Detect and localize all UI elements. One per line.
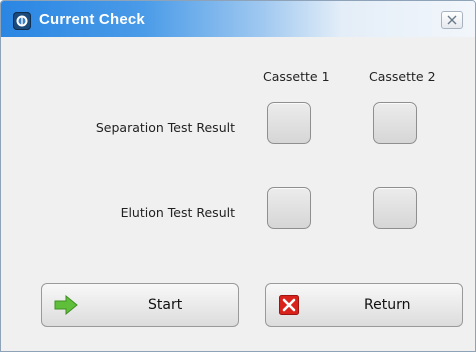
current-check-window: Current Check Cassette 1 Cassette 2 Sepa… <box>0 0 476 352</box>
red-x-icon <box>279 295 299 315</box>
window-title: Current Check <box>39 11 145 28</box>
start-button-label: Start <box>148 297 183 313</box>
app-logo-icon <box>13 12 31 30</box>
green-arrow-right-icon <box>54 295 78 315</box>
separation-cassette-2-indicator <box>373 102 417 144</box>
column-header-cassette-1: Cassette 1 <box>263 69 330 84</box>
close-icon <box>447 15 457 25</box>
start-button[interactable]: Start <box>41 283 239 327</box>
return-button[interactable]: Return <box>265 283 463 327</box>
row-label-elution-test-result: Elution Test Result <box>120 205 235 220</box>
close-button[interactable] <box>441 11 463 29</box>
elution-cassette-2-indicator <box>373 187 417 229</box>
column-header-cassette-2: Cassette 2 <box>369 69 436 84</box>
title-bar[interactable]: Current Check <box>1 1 475 37</box>
return-button-label: Return <box>364 297 411 313</box>
separation-cassette-1-indicator <box>267 102 311 144</box>
row-label-separation-test-result: Separation Test Result <box>95 120 235 135</box>
elution-cassette-1-indicator <box>267 187 311 229</box>
